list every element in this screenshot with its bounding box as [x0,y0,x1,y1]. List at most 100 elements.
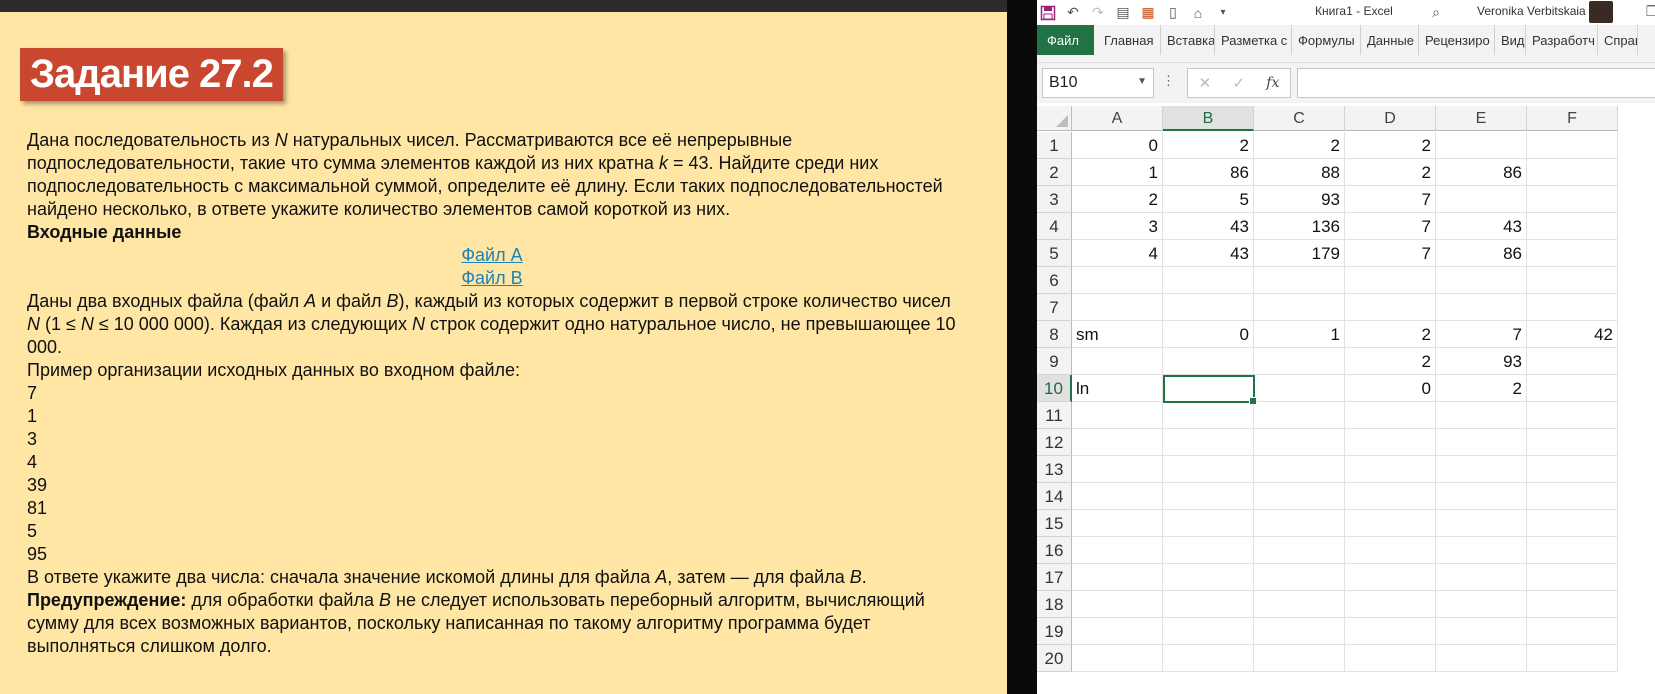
cell-f20[interactable] [1527,645,1618,672]
enter-icon[interactable]: ✓ [1232,74,1245,92]
ribbon-tab-1[interactable]: Главная [1098,25,1161,55]
column-header-d[interactable]: D [1345,106,1436,131]
formula-input[interactable] [1297,68,1655,98]
cell-f10[interactable] [1527,375,1618,402]
row-header-4[interactable]: 4 [1037,213,1072,240]
row-header-9[interactable]: 9 [1037,348,1072,375]
cell-a11[interactable] [1072,402,1163,429]
cell-d5[interactable]: 7 [1345,240,1436,267]
cell-a17[interactable] [1072,564,1163,591]
cell-a2[interactable]: 1 [1072,159,1163,186]
cell-c18[interactable] [1254,591,1345,618]
cell-f7[interactable] [1527,294,1618,321]
cell-d3[interactable]: 7 [1345,186,1436,213]
insert-function-icon[interactable]: fx [1266,75,1279,91]
cell-f9[interactable] [1527,348,1618,375]
cell-b1[interactable]: 2 [1163,132,1254,159]
cancel-icon[interactable]: ✕ [1199,74,1212,92]
cell-b13[interactable] [1163,456,1254,483]
cell-b15[interactable] [1163,510,1254,537]
cell-c20[interactable] [1254,645,1345,672]
cell-f18[interactable] [1527,591,1618,618]
search-icon[interactable]: ⌕ [1425,1,1447,23]
row-header-10[interactable]: 10 [1037,375,1072,402]
cell-c6[interactable] [1254,267,1345,294]
cell-c2[interactable]: 88 [1254,159,1345,186]
cell-e12[interactable] [1436,429,1527,456]
column-header-b[interactable]: B [1163,106,1254,131]
cell-e5[interactable]: 86 [1436,240,1527,267]
cell-c19[interactable] [1254,618,1345,645]
cell-b11[interactable] [1163,402,1254,429]
cell-d4[interactable]: 7 [1345,213,1436,240]
cell-f1[interactable] [1527,132,1618,159]
cell-a1[interactable]: 0 [1072,132,1163,159]
restore-window-icon[interactable]: ❐ [1641,0,1655,22]
cell-a20[interactable] [1072,645,1163,672]
cell-d6[interactable] [1345,267,1436,294]
cell-b4[interactable]: 43 [1163,213,1254,240]
avatar[interactable] [1589,1,1613,23]
user-name[interactable]: Veronika Verbitskaia [1477,4,1586,18]
cell-d20[interactable] [1345,645,1436,672]
cell-d12[interactable] [1345,429,1436,456]
table-icon[interactable]: ▦ [1137,2,1159,24]
row-header-11[interactable]: 11 [1037,402,1072,429]
name-box[interactable]: B10 ▼ [1042,68,1154,98]
cell-b17[interactable] [1163,564,1254,591]
ribbon-tab-3[interactable]: Разметка с [1215,25,1292,55]
file-b-link[interactable]: Файл B [461,268,522,288]
cell-a3[interactable]: 2 [1072,186,1163,213]
ribbon-tab-6[interactable]: Рецензиро [1419,25,1495,55]
cell-a8[interactable]: sm [1072,321,1163,348]
ribbon-tab-5[interactable]: Данные [1361,25,1419,55]
cell-b5[interactable]: 43 [1163,240,1254,267]
ribbon-tab-2[interactable]: Вставка [1161,25,1215,55]
cell-b9[interactable] [1163,348,1254,375]
cell-f17[interactable] [1527,564,1618,591]
cell-b8[interactable]: 0 [1163,321,1254,348]
cell-c7[interactable] [1254,294,1345,321]
cell-b2[interactable]: 86 [1163,159,1254,186]
row-header-2[interactable]: 2 [1037,159,1072,186]
row-header-3[interactable]: 3 [1037,186,1072,213]
cell-f13[interactable] [1527,456,1618,483]
form-icon[interactable]: ▤ [1112,2,1134,24]
cell-c16[interactable] [1254,537,1345,564]
cell-a18[interactable] [1072,591,1163,618]
cell-e1[interactable] [1436,132,1527,159]
row-header-15[interactable]: 15 [1037,510,1072,537]
save-icon[interactable] [1037,2,1059,24]
cell-e3[interactable] [1436,186,1527,213]
cell-f11[interactable] [1527,402,1618,429]
row-header-20[interactable]: 20 [1037,645,1072,672]
cell-b14[interactable] [1163,483,1254,510]
ribbon-tab-9[interactable]: Справ [1598,25,1638,55]
cell-a14[interactable] [1072,483,1163,510]
cell-a4[interactable]: 3 [1072,213,1163,240]
row-header-12[interactable]: 12 [1037,429,1072,456]
cell-b12[interactable] [1163,429,1254,456]
cell-d17[interactable] [1345,564,1436,591]
cell-c12[interactable] [1254,429,1345,456]
cell-c8[interactable]: 1 [1254,321,1345,348]
cell-c1[interactable]: 2 [1254,132,1345,159]
cell-d13[interactable] [1345,456,1436,483]
more-options-icon[interactable]: ⋮ [1162,73,1175,89]
row-header-6[interactable]: 6 [1037,267,1072,294]
cell-a9[interactable] [1072,348,1163,375]
cell-e7[interactable] [1436,294,1527,321]
cell-f16[interactable] [1527,537,1618,564]
cell-e14[interactable] [1436,483,1527,510]
open-folder-icon[interactable]: ⌂ [1187,2,1209,24]
cell-b19[interactable] [1163,618,1254,645]
row-header-17[interactable]: 17 [1037,564,1072,591]
cell-a10[interactable]: ln [1072,375,1163,402]
cell-a6[interactable] [1072,267,1163,294]
cell-b10[interactable] [1163,375,1257,405]
column-header-f[interactable]: F [1527,106,1618,131]
cell-e18[interactable] [1436,591,1527,618]
row-header-7[interactable]: 7 [1037,294,1072,321]
cell-e15[interactable] [1436,510,1527,537]
cell-d15[interactable] [1345,510,1436,537]
